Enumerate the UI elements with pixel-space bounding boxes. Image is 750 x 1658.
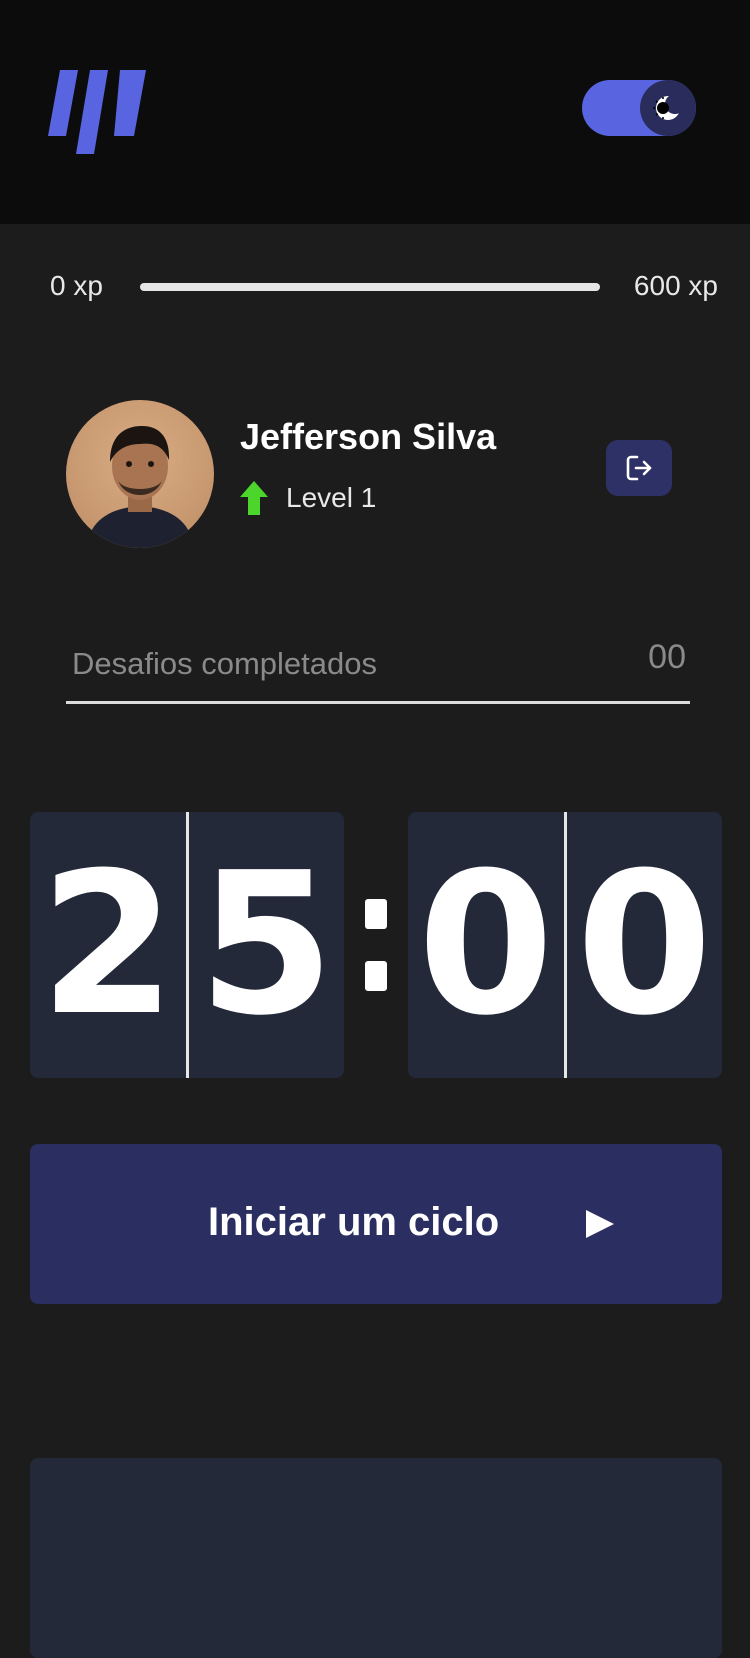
second-digit-right: 0 bbox=[576, 831, 713, 1059]
logout-icon bbox=[626, 455, 652, 481]
theme-toggle[interactable] bbox=[582, 80, 696, 136]
experience-bar: 0 xp 600 xp bbox=[0, 262, 750, 310]
logout-button[interactable] bbox=[606, 440, 672, 496]
completed-challenges: Desafios completados 00 bbox=[66, 630, 690, 704]
challenge-box bbox=[30, 1458, 722, 1658]
minute-digit-right: 5 bbox=[198, 831, 335, 1059]
countdown-seconds: 0 0 bbox=[408, 812, 722, 1078]
level-label: Level 1 bbox=[286, 482, 377, 513]
user-name: Jefferson Silva bbox=[240, 416, 497, 457]
play-icon bbox=[586, 1210, 614, 1238]
start-cycle-button[interactable]: Iniciar um ciclo bbox=[30, 1144, 722, 1304]
user-level: Level 1 bbox=[240, 478, 376, 518]
avatar bbox=[66, 400, 214, 548]
moon-sun-icon bbox=[640, 80, 696, 136]
level-up-arrow-icon bbox=[240, 481, 268, 515]
second-digit-left: 0 bbox=[417, 831, 554, 1059]
countdown-minutes: 2 5 bbox=[30, 812, 344, 1078]
start-cycle-label: Iniciar um ciclo bbox=[208, 1200, 500, 1244]
xp-min-label: 0 xp bbox=[50, 270, 103, 301]
xp-max-label: 600 xp bbox=[633, 270, 718, 301]
countdown-colon bbox=[344, 812, 408, 1078]
completed-challenges-count: 00 bbox=[648, 638, 686, 676]
completed-challenges-label: Desafios completados bbox=[72, 646, 377, 681]
minute-digit-left: 2 bbox=[39, 831, 176, 1059]
app-header bbox=[0, 0, 750, 224]
moveit-logo-icon bbox=[48, 70, 146, 154]
xp-progress-track bbox=[140, 283, 600, 291]
countdown-timer: 2 5 0 0 bbox=[30, 812, 722, 1078]
